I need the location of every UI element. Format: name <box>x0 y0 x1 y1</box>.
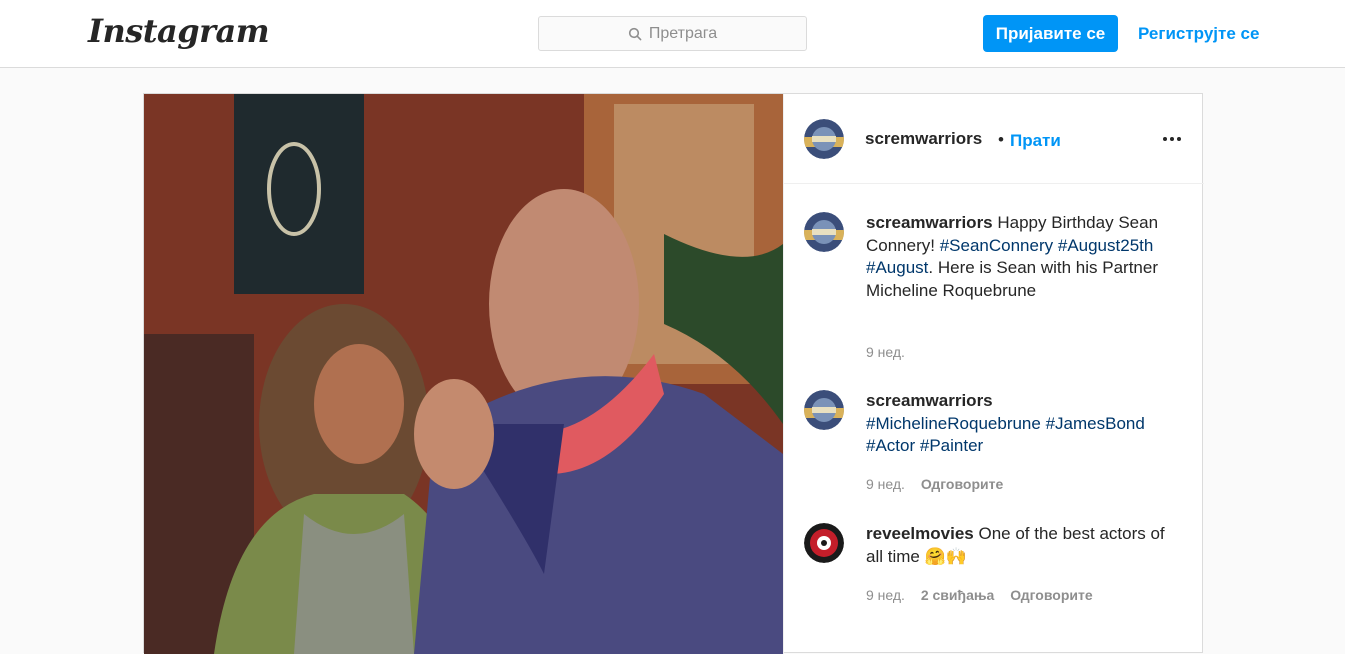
comment-meta: 9 нед. Одговорите <box>866 476 1015 492</box>
instagram-logo[interactable]: Instagram <box>88 12 270 50</box>
comment-username[interactable]: screamwarriors <box>866 213 993 232</box>
more-options-icon[interactable] <box>1162 136 1182 142</box>
search-input[interactable]: Претрага <box>538 16 807 51</box>
avatar[interactable] <box>804 119 844 159</box>
post-header: scremwarriors • Прати <box>784 94 1204 184</box>
post-photo[interactable] <box>144 94 783 654</box>
signup-link[interactable]: Региструјте се <box>1138 24 1259 44</box>
scream-warriors-avatar <box>804 390 844 430</box>
reveel-movies-avatar <box>804 523 844 563</box>
post-card: scremwarriors • Прати screamwarriors Hap… <box>143 93 1204 654</box>
comment-meta: 9 нед. 2 свиђања Одговорите <box>866 587 1105 603</box>
comment-likes-count[interactable]: 2 свиђања <box>921 587 995 603</box>
follow-button[interactable]: Прати <box>1010 131 1061 151</box>
reply-button[interactable]: Одговорите <box>921 476 1003 492</box>
scream-warriors-avatar <box>804 119 844 159</box>
post-side-panel: scremwarriors • Прати screamwarriors Hap… <box>783 94 1204 654</box>
search-placeholder: Претрага <box>648 24 718 42</box>
search-icon <box>628 27 642 40</box>
comment-username[interactable]: reveelmovies <box>866 524 974 543</box>
avatar[interactable] <box>804 390 844 430</box>
separator-dot: • <box>998 130 1004 149</box>
avatar[interactable] <box>804 523 844 563</box>
hashtag-link[interactable]: #SeanConnery <box>940 236 1053 255</box>
hashtag-link[interactable]: #JamesBond <box>1046 414 1145 433</box>
comment-text: screamwarriors Happy Birthday Sean Conne… <box>866 212 1176 303</box>
comment-text: reveelmovies One of the best actors of a… <box>866 523 1176 568</box>
hashtag-link[interactable]: #August <box>866 258 928 277</box>
hashtag-link[interactable]: #August25th <box>1058 236 1153 255</box>
hashtag-link[interactable]: #Painter <box>920 436 983 455</box>
comment-timestamp[interactable]: 9 нед. <box>866 587 905 603</box>
comment-emoji: 🤗🙌 <box>924 546 967 566</box>
comment-timestamp[interactable]: 9 нед. <box>866 344 905 360</box>
reply-button[interactable]: Одговорите <box>1010 587 1092 603</box>
avatar[interactable] <box>804 212 844 252</box>
top-navigation-bar: Instagram Претрага Пријавите се Регистру… <box>0 0 1345 68</box>
comment-timestamp[interactable]: 9 нед. <box>866 476 905 492</box>
hashtag-link[interactable]: #MichelineRoquebrune <box>866 414 1041 433</box>
post-author-username[interactable]: scremwarriors <box>865 129 982 149</box>
login-button[interactable]: Пријавите се <box>983 15 1118 52</box>
comment-username[interactable]: screamwarriors <box>866 391 993 410</box>
scream-warriors-avatar <box>804 212 844 252</box>
hashtag-link[interactable]: #Actor <box>866 436 915 455</box>
comment-text: screamwarriors #MichelineRoquebrune #Jame… <box>866 390 1176 458</box>
comment-meta: 9 нед. <box>866 344 917 360</box>
post-photo-illustration <box>144 94 783 654</box>
